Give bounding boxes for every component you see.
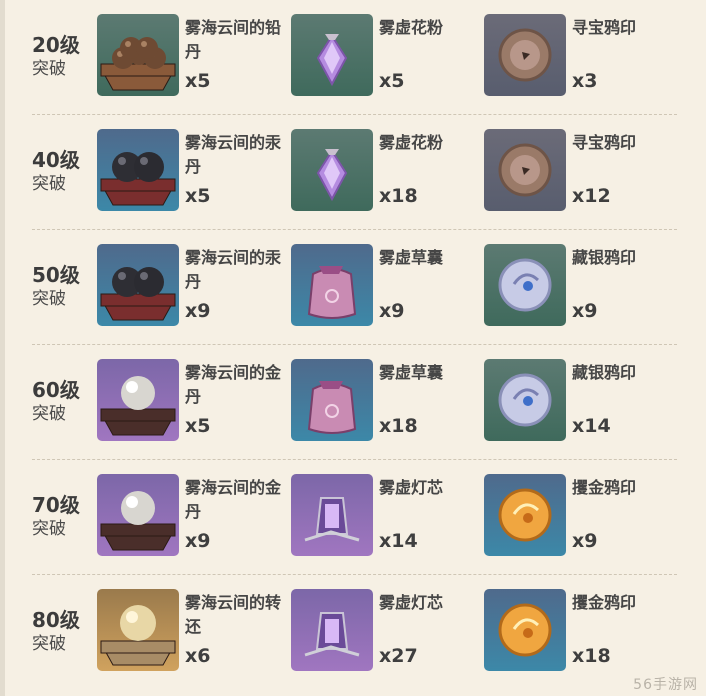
material-item[interactable]: 藏银鸦印 x9: [484, 244, 664, 328]
material-count: x18: [379, 185, 418, 207]
treasure-crow-seal-icon: [484, 14, 566, 96]
ascension-row: 80级 突破 雾海云间的转还 x6 雾虚灯芯 x27 攫金鸦印 x18: [32, 575, 677, 690]
ascension-level: 50级 突破: [32, 262, 92, 310]
level-value: 20级: [32, 33, 80, 57]
mist-lantern-wick-icon: [291, 474, 373, 556]
silver-crow-seal-icon: [484, 244, 566, 326]
mist-grass-pouch-icon: [291, 244, 373, 326]
ascension-row: 20级 突破 雾海云间的铅丹 x5 雾虚花粉 x5 寻宝鸦印 x3: [32, 0, 677, 115]
lead-pills-icon: [97, 14, 179, 96]
material-count: x14: [379, 530, 418, 552]
material-name: 寻宝鸦印: [572, 18, 637, 37]
material-item[interactable]: 藏银鸦印 x14: [484, 359, 664, 443]
watermark: 56手游网: [633, 677, 698, 693]
material-count: x5: [185, 185, 211, 207]
golden-crow-seal-icon: [484, 474, 566, 556]
material-name: 雾虚草囊: [379, 248, 444, 267]
breakthrough-label: 突破: [32, 289, 66, 309]
material-item[interactable]: 雾虚花粉 x18: [291, 129, 471, 213]
material-count: x5: [185, 415, 211, 437]
ascension-row: 60级 突破 雾海云间的金丹 x5 雾虚草囊 x18 藏银鸦印 x14: [32, 345, 677, 460]
material-name: 雾海云间的汞丹: [185, 133, 282, 176]
breakthrough-label: 突破: [32, 174, 66, 194]
breakthrough-label: 突破: [32, 634, 66, 654]
ascension-row: 70级 突破 雾海云间的金丹 x9 雾虚灯芯 x14 攫金鸦印 x9: [32, 460, 677, 575]
material-item[interactable]: 雾海云间的汞丹 x9: [97, 244, 281, 328]
gold-pill-icon: [97, 474, 179, 556]
material-count: x18: [572, 645, 611, 667]
mercury-pills-icon: [97, 129, 179, 211]
material-count: x5: [185, 70, 211, 92]
material-name: 雾虚灯芯: [379, 478, 444, 497]
material-count: x9: [572, 530, 598, 552]
mercury-pills-icon: [97, 244, 179, 326]
material-name: 雾海云间的转还: [185, 593, 282, 636]
material-item[interactable]: 雾海云间的转还 x6: [97, 589, 281, 673]
level-value: 70级: [32, 493, 80, 517]
ascension-row: 50级 突破 雾海云间的汞丹 x9 雾虚草囊 x9 藏银鸦印 x9: [32, 230, 677, 345]
material-name: 雾海云间的汞丹: [185, 248, 282, 291]
material-name: 攫金鸦印: [572, 593, 637, 612]
ascension-level: 40级 突破: [32, 147, 92, 195]
transmutation-pill-icon: [97, 589, 179, 671]
material-name: 藏银鸦印: [572, 363, 637, 382]
material-item[interactable]: 雾虚灯芯 x14: [291, 474, 471, 558]
material-item[interactable]: 雾虚草囊 x18: [291, 359, 471, 443]
mist-grass-pouch-icon: [291, 359, 373, 441]
mist-pollen-icon: [291, 14, 373, 96]
silver-crow-seal-icon: [484, 359, 566, 441]
material-count: x5: [379, 70, 405, 92]
ascension-level: 60级 突破: [32, 377, 92, 425]
ascension-level: 20级 突破: [32, 32, 92, 80]
level-value: 80级: [32, 608, 80, 632]
material-count: x6: [185, 645, 211, 667]
material-count: x9: [572, 300, 598, 322]
material-count: x14: [572, 415, 611, 437]
breakthrough-label: 突破: [32, 404, 66, 424]
breakthrough-label: 突破: [32, 519, 66, 539]
mist-lantern-wick-icon: [291, 589, 373, 671]
material-count: x9: [379, 300, 405, 322]
material-count: x12: [572, 185, 611, 207]
material-item[interactable]: 雾虚花粉 x5: [291, 14, 471, 98]
material-item[interactable]: 雾海云间的汞丹 x5: [97, 129, 281, 213]
level-value: 40级: [32, 148, 80, 172]
material-name: 雾海云间的金丹: [185, 478, 282, 521]
ascension-level: 70级 突破: [32, 492, 92, 540]
material-item[interactable]: 雾海云间的铅丹 x5: [97, 14, 281, 98]
material-name: 攫金鸦印: [572, 478, 637, 497]
breakthrough-label: 突破: [32, 59, 66, 79]
material-name: 雾海云间的金丹: [185, 363, 282, 406]
material-count: x9: [185, 530, 211, 552]
material-count: x27: [379, 645, 418, 667]
material-name: 寻宝鸦印: [572, 133, 637, 152]
material-name: 雾虚花粉: [379, 18, 444, 37]
ascension-row: 40级 突破 雾海云间的汞丹 x5 雾虚花粉 x18 寻宝鸦印 x12: [32, 115, 677, 230]
material-name: 雾海云间的铅丹: [185, 18, 282, 61]
material-item[interactable]: 雾虚草囊 x9: [291, 244, 471, 328]
material-name: 雾虚花粉: [379, 133, 444, 152]
material-item[interactable]: 雾虚灯芯 x27: [291, 589, 471, 673]
material-item[interactable]: 攫金鸦印 x9: [484, 474, 664, 558]
material-name: 雾虚草囊: [379, 363, 444, 382]
material-count: x9: [185, 300, 211, 322]
ascension-materials-table: 20级 突破 雾海云间的铅丹 x5 雾虚花粉 x5 寻宝鸦印 x3 40级 突破 雾海云间的…: [0, 0, 706, 690]
material-item[interactable]: 寻宝鸦印 x3: [484, 14, 664, 98]
mist-pollen-icon: [291, 129, 373, 211]
material-name: 雾虚灯芯: [379, 593, 444, 612]
ascension-level: 80级 突破: [32, 607, 92, 655]
level-value: 50级: [32, 263, 80, 287]
gold-pill-icon: [97, 359, 179, 441]
material-item[interactable]: 寻宝鸦印 x12: [484, 129, 664, 213]
treasure-crow-seal-icon: [484, 129, 566, 211]
material-item[interactable]: 攫金鸦印 x18: [484, 589, 664, 673]
golden-crow-seal-icon: [484, 589, 566, 671]
material-item[interactable]: 雾海云间的金丹 x5: [97, 359, 281, 443]
material-count: x18: [379, 415, 418, 437]
material-name: 藏银鸦印: [572, 248, 637, 267]
level-value: 60级: [32, 378, 80, 402]
material-item[interactable]: 雾海云间的金丹 x9: [97, 474, 281, 558]
material-count: x3: [572, 70, 598, 92]
